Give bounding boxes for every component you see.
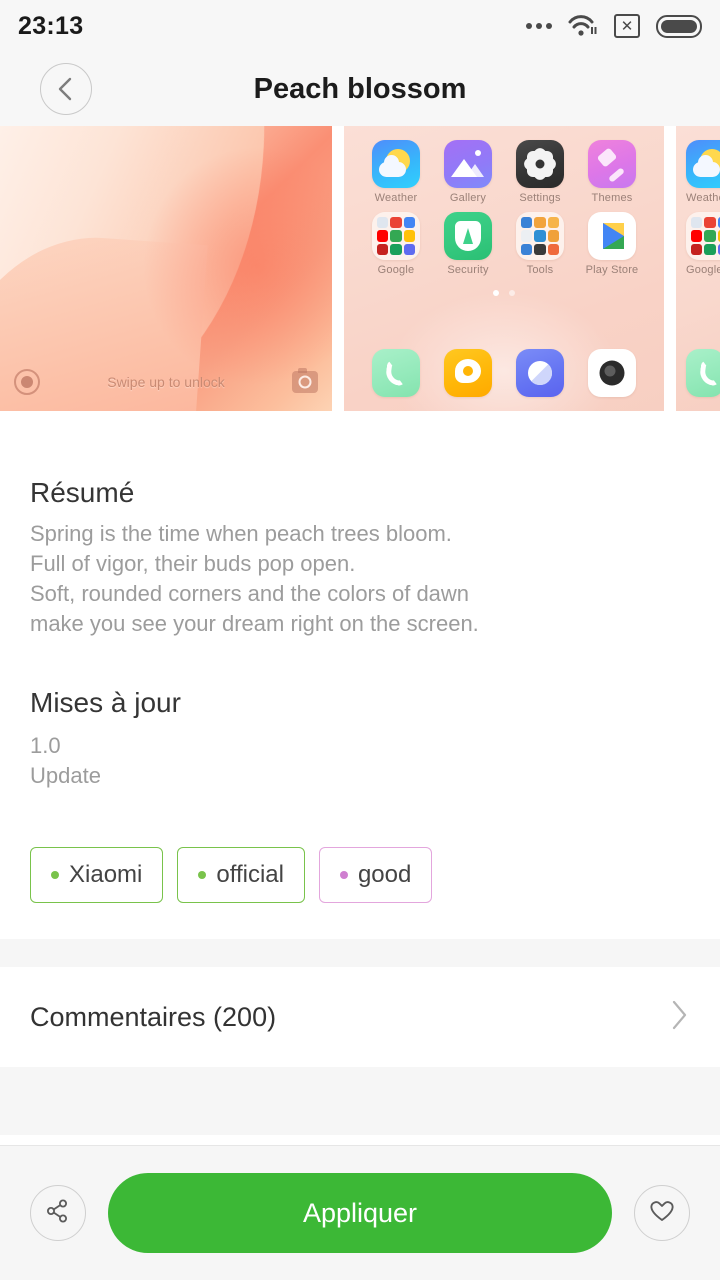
page-title: Peach blossom	[253, 72, 467, 105]
chevron-left-icon	[55, 76, 77, 102]
page-dot-active	[493, 290, 499, 296]
app-cell: Gallery	[432, 140, 504, 204]
share-icon	[45, 1198, 71, 1229]
tag-label: Xiaomi	[69, 861, 143, 888]
preview-homescreen-next[interactable]: Weather Google	[676, 126, 720, 411]
status-time: 23:13	[18, 11, 84, 40]
security-icon	[444, 212, 492, 260]
tag-chip-good[interactable]: good	[318, 847, 433, 903]
more-dots-icon	[526, 23, 552, 29]
app-cell: Weather	[360, 140, 432, 204]
summary-heading: Résumé	[30, 477, 135, 508]
updates-note: Update	[30, 763, 101, 788]
app-label: Google	[686, 264, 720, 276]
app-label: Themes	[591, 192, 633, 204]
preview-carousel[interactable]: Swipe up to unlock Weather Gallery Setti…	[0, 126, 720, 411]
weather-icon	[686, 140, 720, 188]
app-cell: Settings	[504, 140, 576, 204]
unlock-circle-icon	[14, 369, 40, 395]
messages-icon	[444, 349, 492, 397]
tag-label: official	[216, 861, 284, 888]
app-grid-partial: Weather Google	[676, 126, 720, 276]
settings-icon	[516, 140, 564, 188]
play-store-icon	[588, 212, 636, 260]
preview-lockscreen[interactable]: Swipe up to unlock	[0, 126, 332, 411]
lockscreen-hint: Swipe up to unlock	[107, 374, 225, 390]
tag-dot-icon	[51, 871, 59, 879]
camera-icon	[588, 349, 636, 397]
dock	[344, 349, 664, 397]
tools-folder-icon	[516, 212, 564, 260]
back-button[interactable]	[40, 63, 92, 115]
tag-dot-icon	[339, 871, 348, 879]
battery-icon	[656, 14, 702, 38]
dock-partial	[676, 349, 720, 397]
tag-chip-official[interactable]: official	[177, 847, 305, 903]
app-cell: Google	[686, 212, 720, 276]
browser-icon	[516, 349, 564, 397]
app-label: Gallery	[449, 192, 487, 204]
google-folder-icon	[686, 212, 720, 260]
app-label: Tools	[526, 264, 554, 276]
heart-icon	[648, 1198, 676, 1229]
page-indicator	[344, 290, 664, 296]
app-label: Security	[447, 264, 489, 276]
app-label: Google	[377, 264, 415, 276]
app-cell: Play Store	[576, 212, 648, 276]
tag-list: Xiaomi official good	[30, 847, 690, 903]
phone-icon	[372, 349, 420, 397]
apply-button[interactable]: Appliquer	[108, 1173, 612, 1253]
app-cell: Google	[360, 212, 432, 276]
tag-label: good	[357, 861, 412, 888]
chevron-right-icon	[668, 998, 690, 1037]
preview-homescreen[interactable]: Weather Gallery Settings Themes Google S…	[344, 126, 664, 411]
tag-dot-icon	[198, 871, 207, 879]
page-dot	[509, 290, 515, 296]
app-cell: Weather	[686, 140, 720, 204]
comments-label: Commentaires (200)	[30, 1001, 277, 1032]
app-cell: Security	[432, 212, 504, 276]
sim-x-icon: ✕	[614, 14, 640, 38]
themes-icon	[588, 140, 636, 188]
detail-content: Résumé Spring is the time when peach tre…	[0, 477, 720, 903]
lockscreen-bottom-row: Swipe up to unlock	[0, 365, 332, 399]
app-cell: Themes	[576, 140, 648, 204]
summary-text: Spring is the time when peach trees bloo…	[30, 521, 479, 636]
bottom-action-bar: Appliquer	[0, 1145, 720, 1280]
bottom-spacer-band	[0, 1067, 720, 1135]
updates-heading: Mises à jour	[30, 687, 181, 718]
tag-chip-xiaomi[interactable]: Xiaomi	[30, 847, 164, 903]
favorite-button[interactable]	[634, 1185, 690, 1241]
app-label: Settings	[519, 192, 561, 204]
app-grid: Weather Gallery Settings Themes Google S…	[344, 126, 664, 276]
app-bar: Peach blossom	[0, 52, 720, 126]
wallpaper-glow	[142, 146, 332, 386]
app-cell: Tools	[504, 212, 576, 276]
weather-icon	[372, 140, 420, 188]
status-bar: 23:13 ✕	[0, 0, 720, 52]
app-label: Weather	[686, 192, 720, 204]
app-label: Weather	[374, 192, 418, 204]
camera-icon	[292, 368, 318, 393]
app-label: Play Store	[585, 264, 639, 276]
google-folder-icon	[372, 212, 420, 260]
section-divider-band	[0, 939, 720, 967]
phone-icon	[686, 349, 720, 397]
updates-version: 1.0	[30, 733, 61, 758]
comments-row[interactable]: Commentaires (200)	[0, 967, 720, 1067]
wifi-icon	[568, 14, 598, 38]
share-button[interactable]	[30, 1185, 86, 1241]
gallery-icon	[444, 140, 492, 188]
status-icons: ✕	[526, 14, 702, 38]
